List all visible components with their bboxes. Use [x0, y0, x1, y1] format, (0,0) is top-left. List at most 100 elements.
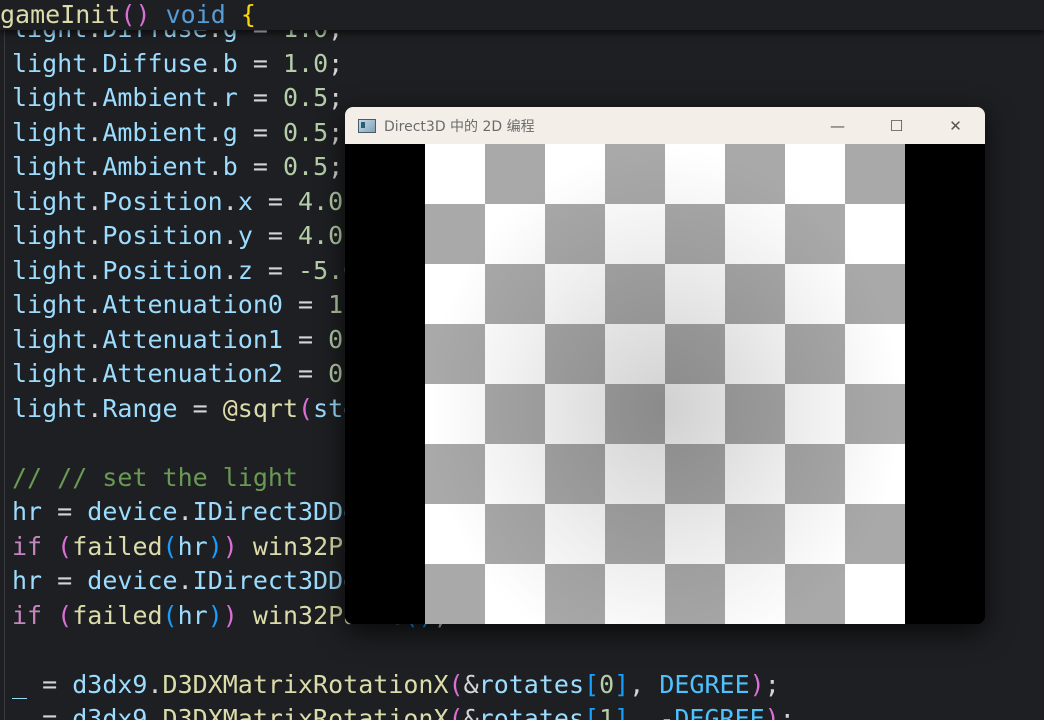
board-tile: [785, 564, 845, 624]
code-token: light: [12, 117, 88, 147]
code-token: .: [147, 669, 163, 699]
code-token: Diffuse: [102, 48, 208, 78]
code-token: .: [222, 255, 238, 285]
code-token: 4.0: [298, 186, 344, 216]
board-tile: [485, 264, 545, 324]
code-token: light: [12, 255, 88, 285]
code-token: 0: [328, 324, 344, 354]
board-tile: [605, 324, 665, 384]
code-token: light: [12, 152, 88, 181]
code-token: (: [57, 531, 73, 561]
code-token: ,: [629, 669, 660, 699]
code-token: if: [12, 531, 43, 561]
render-viewport[interactable]: [345, 144, 985, 624]
code-token: 0.5: [282, 117, 329, 147]
code-token: 4.0: [298, 221, 344, 250]
code-token: light: [12, 324, 88, 354]
code-token: ): [222, 531, 238, 561]
board-tile: [425, 204, 485, 264]
code-token: =: [282, 359, 329, 388]
code-token: Ambient: [102, 152, 208, 181]
code-token: =: [177, 393, 223, 423]
board-tile: [605, 264, 665, 324]
sticky-scope-header[interactable]: gameInit() void {: [0, 0, 1044, 30]
code-token: ;: [779, 704, 795, 720]
maximize-button[interactable]: ☐: [867, 107, 926, 144]
code-token: -DEGREE: [659, 704, 765, 720]
code-token: _: [12, 704, 28, 720]
close-button[interactable]: ✕: [926, 107, 985, 144]
code-token: D3DXMatrixRotationX: [162, 669, 449, 699]
code-line[interactable]: _ = d3dx9.D3DXMatrixRotationX(&rotates[0…: [12, 668, 795, 703]
code-token: .: [222, 221, 238, 250]
board-tile: [785, 384, 845, 444]
code-token: hr: [12, 566, 43, 595]
code-token: ;: [328, 117, 344, 147]
code-token: ): [764, 704, 780, 720]
code-token: hr: [12, 497, 43, 526]
code-line[interactable]: [12, 633, 795, 668]
board-tile: [485, 444, 545, 504]
code-token: // // set the light: [12, 462, 298, 492]
code-token: 0.5: [282, 83, 329, 112]
code-token: .: [87, 221, 103, 250]
board-tile: [665, 564, 725, 624]
code-token: =: [237, 152, 283, 181]
code-token: Ambient: [102, 117, 208, 147]
code-token: failed: [72, 600, 163, 630]
code-line[interactable]: light.Diffuse.b = 1.0;: [12, 47, 795, 82]
board-tile: [545, 144, 605, 204]
code-token: rotates: [478, 669, 585, 699]
code-token: failed: [72, 531, 163, 561]
code-token: (): [120, 0, 151, 29]
board-tile: [785, 444, 845, 504]
code-token: ): [749, 669, 765, 699]
board-tile: [425, 444, 485, 504]
code-token: b: [222, 152, 238, 181]
minimize-icon: —: [830, 116, 845, 135]
code-token: light: [12, 221, 88, 250]
code-token: .: [207, 117, 223, 147]
code-token: =: [282, 324, 329, 354]
code-token: ;: [764, 669, 780, 699]
code-token: =: [252, 255, 299, 285]
minimize-button[interactable]: —: [808, 107, 867, 144]
code-token: light: [12, 83, 88, 112]
board-tile: [845, 144, 905, 204]
board-tile: [785, 324, 845, 384]
board-tile: [725, 324, 785, 384]
code-token: .: [87, 186, 103, 216]
direct3d-window[interactable]: Direct3D 中的 2D 编程 — ☐ ✕: [345, 107, 985, 624]
board-tile: [485, 384, 545, 444]
board-tile: [605, 384, 665, 444]
window-titlebar[interactable]: Direct3D 中的 2D 编程 — ☐ ✕: [345, 107, 985, 144]
code-token: 0.5: [282, 152, 329, 181]
board-tile: [845, 564, 905, 624]
board-tile: [425, 324, 485, 384]
code-token: .: [87, 255, 103, 285]
code-token: .: [147, 704, 163, 720]
board-tile: [665, 444, 725, 504]
board-tile: [425, 564, 485, 624]
board-tile: [725, 384, 785, 444]
code-token: Position: [102, 221, 223, 250]
board-tile: [545, 264, 605, 324]
code-token: ;: [328, 48, 344, 78]
code-token: =: [42, 497, 88, 526]
board-tile: [845, 264, 905, 324]
code-token: gameInit: [0, 0, 121, 29]
code-line[interactable]: _ = d3dx9.D3DXMatrixRotationX(&rotates[1…: [12, 702, 795, 720]
code-token: ): [207, 600, 223, 630]
board-tile: [725, 144, 785, 204]
app-window-icon: [358, 118, 376, 133]
code-token: DEGREE: [659, 669, 750, 699]
board-tile: [725, 504, 785, 564]
code-token: .: [177, 566, 193, 595]
code-token: .: [87, 117, 103, 147]
code-token: =: [252, 186, 299, 216]
board-tile: [545, 324, 605, 384]
code-token: (: [298, 393, 314, 423]
code-token: rotates: [478, 704, 585, 720]
